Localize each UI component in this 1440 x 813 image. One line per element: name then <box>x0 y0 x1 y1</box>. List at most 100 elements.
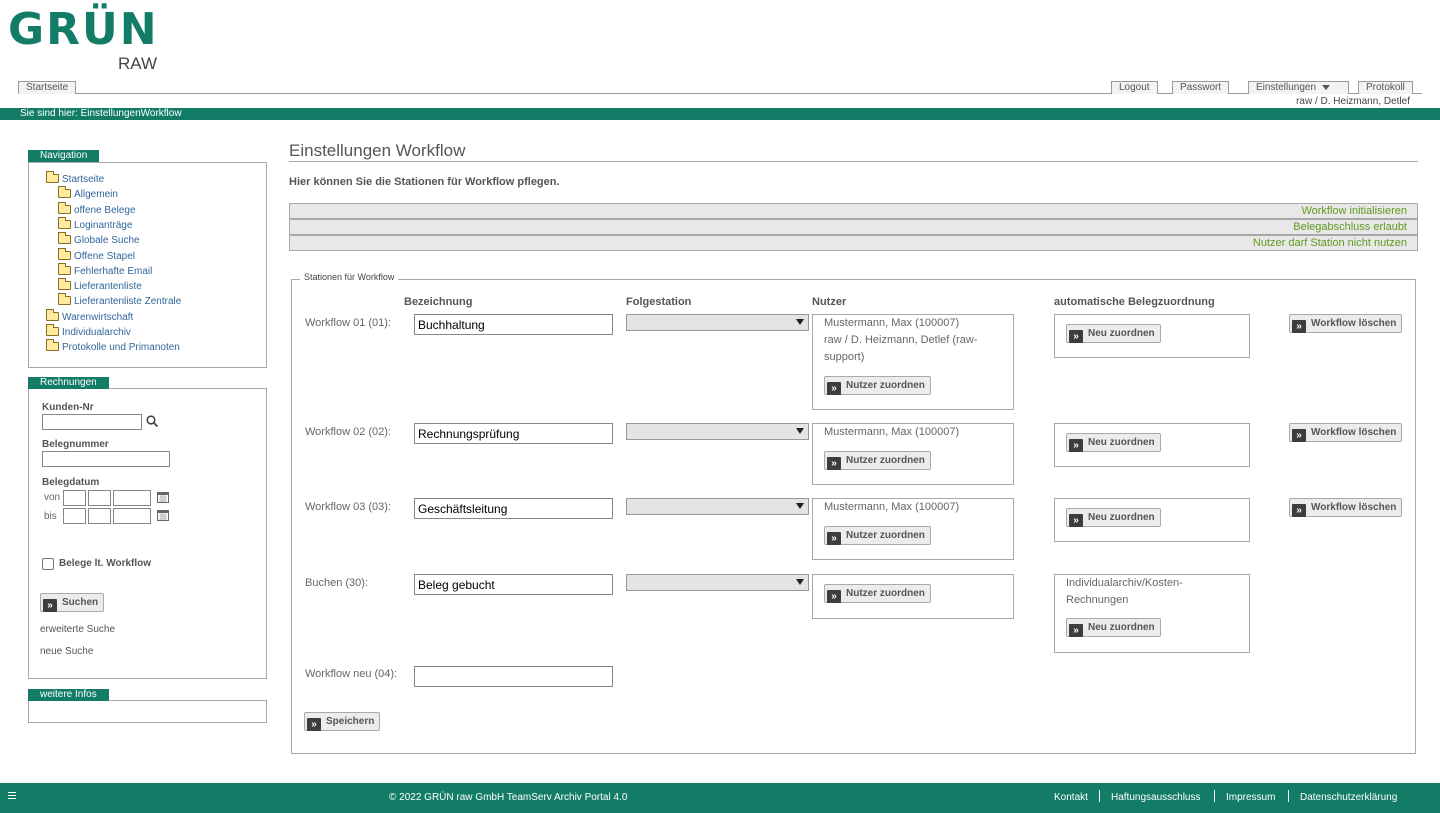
nav-item-label: Startseite <box>62 174 105 185</box>
next-station-select[interactable] <box>626 574 809 591</box>
settings-dropdown[interactable]: Einstellungen <box>1248 81 1349 94</box>
nav-item[interactable]: offene Belege <box>58 201 136 218</box>
settings-label: Einstellungen <box>1256 82 1317 93</box>
nav-item-label: Allgemein <box>74 189 118 201</box>
assign-new-button[interactable]: » Neu zuordnen <box>1066 324 1161 343</box>
date-from-day[interactable] <box>63 490 86 506</box>
new-workflow-input[interactable] <box>414 666 613 687</box>
date-from-month[interactable] <box>88 490 111 506</box>
nav-item[interactable]: Loginanträge <box>58 216 132 233</box>
footer-link-privacy[interactable]: Datenschutzerklärung <box>1300 792 1397 803</box>
password-button[interactable]: Passwort <box>1172 81 1230 94</box>
protocol-button[interactable]: Protokoll <box>1358 81 1413 94</box>
double-chevron-right-icon: » <box>43 599 57 612</box>
search-button[interactable]: » Suchen <box>40 593 105 612</box>
breadcrumb: Sie sind hier: EinstellungenWorkflow <box>20 108 182 119</box>
menu-icon[interactable] <box>8 792 16 802</box>
invoices-box <box>28 388 267 679</box>
nav-item[interactable]: Lieferantenliste <box>58 278 142 294</box>
footer-separator <box>1288 790 1289 802</box>
next-station-select[interactable] <box>626 498 809 515</box>
nav-item[interactable]: Allgemein <box>58 186 118 202</box>
search-button-label: Suchen <box>62 597 99 608</box>
delete-workflow-button[interactable]: » Workflow löschen <box>1289 423 1403 442</box>
chevron-down-icon <box>796 319 804 325</box>
page-title: Einstellungen Workflow <box>289 141 466 160</box>
more-info-title: weitere Infos <box>28 689 109 701</box>
folder-icon <box>58 201 71 214</box>
assign-new-button[interactable]: » Neu zuordnen <box>1066 433 1161 452</box>
intro-text: Hier können Sie die Stationen für Workfl… <box>289 176 560 188</box>
calendar-icon[interactable] <box>157 509 169 521</box>
current-user: raw / D. Heizmann, Detlef <box>1296 96 1410 107</box>
calendar-icon[interactable] <box>157 491 169 503</box>
double-chevron-right-icon: » <box>1292 429 1306 442</box>
double-chevron-right-icon: » <box>827 532 841 545</box>
search-icon[interactable] <box>146 415 159 428</box>
nav-item[interactable]: Individualarchiv <box>46 324 131 340</box>
nav-item[interactable]: Protokolle und Primanoten <box>46 339 180 355</box>
chevron-down-icon <box>796 428 804 434</box>
assign-users-button[interactable]: » Nutzer zuordnen <box>824 526 931 545</box>
nav-item[interactable]: Globale Suche <box>58 232 140 248</box>
save-button-label: Speichern <box>326 716 375 727</box>
assign-users-button[interactable]: » Nutzer zuordnen <box>824 376 931 395</box>
save-button[interactable]: » Speichern <box>304 712 381 731</box>
folder-icon <box>58 232 71 245</box>
double-chevron-right-icon: » <box>307 718 321 731</box>
double-chevron-right-icon: » <box>1292 320 1306 333</box>
assign-new-button[interactable]: » Neu zuordnen <box>1066 618 1161 637</box>
workflow-name-input[interactable]: Beleg gebucht <box>414 574 613 595</box>
auto-assignment-text: Individualarchiv/Kosten- <box>1066 577 1183 589</box>
logo-brand: GRÜN <box>8 4 159 55</box>
workflow-name-input[interactable]: Geschäftsleitung <box>414 498 613 519</box>
column-auto-assignment: automatische Belegzuordnung <box>1054 296 1215 308</box>
customer-no-label: Kunden-Nr <box>42 402 94 413</box>
nav-item[interactable]: Warenwirtschaft <box>46 308 133 325</box>
assign-new-button[interactable]: » Neu zuordnen <box>1066 508 1161 527</box>
tab-startseite[interactable]: Startseite <box>18 81 77 94</box>
date-to-label: bis <box>44 511 57 522</box>
date-to-year[interactable] <box>113 508 151 524</box>
workflow-name-input[interactable]: Buchhaltung <box>414 314 613 335</box>
customer-no-input[interactable] <box>42 414 142 430</box>
delete-workflow-button[interactable]: » Workflow löschen <box>1289 314 1403 333</box>
footer-link-imprint[interactable]: Impressum <box>1226 792 1275 803</box>
breadcrumb-bar: Sie sind hier: EinstellungenWorkflow <box>0 108 1440 120</box>
workflow-name-input[interactable]: Rechnungsprüfung <box>414 423 613 444</box>
workflow-checkbox[interactable] <box>42 558 54 570</box>
extended-search-link[interactable]: erweiterte Suche <box>40 624 115 635</box>
folder-icon <box>58 247 71 260</box>
workflow-label: Workflow 01 (01): <box>305 317 391 329</box>
auto-assignment-text: Rechnungen <box>1066 594 1129 606</box>
footer-link-disclaimer[interactable]: Haftungsausschluss <box>1111 792 1201 803</box>
new-search-link[interactable]: neue Suche <box>40 646 93 657</box>
assign-users-button-label: Nutzer zuordnen <box>846 588 925 599</box>
copyright: © 2022 GRÜN raw GmbH TeamServ Archiv Por… <box>389 792 628 803</box>
assign-users-button[interactable]: » Nutzer zuordnen <box>824 451 931 470</box>
assign-new-button-label: Neu zuordnen <box>1088 512 1155 523</box>
logout-button[interactable]: Logout <box>1111 81 1158 94</box>
delete-workflow-button[interactable]: » Workflow löschen <box>1289 498 1403 517</box>
double-chevron-right-icon: » <box>1069 439 1083 452</box>
nav-item[interactable]: Fehlerhafte Email <box>58 262 152 279</box>
logo: GRÜN RAW <box>8 4 168 74</box>
column-name: Bezeichnung <box>404 296 473 308</box>
footer-separator <box>1214 790 1215 802</box>
voucher-no-input[interactable] <box>42 451 170 467</box>
date-to-month[interactable] <box>88 508 111 524</box>
footer-separator <box>1099 790 1100 802</box>
assign-users-button[interactable]: » Nutzer zuordnen <box>824 584 931 603</box>
next-station-select[interactable] <box>626 423 809 440</box>
nav-item[interactable]: Startseite <box>46 171 105 187</box>
nav-item-label: Lieferantenliste Zentrale <box>74 296 182 308</box>
nav-item-label: Globale Suche <box>74 235 140 247</box>
nav-item[interactable]: Offene Stapel <box>58 247 135 264</box>
date-from-year[interactable] <box>113 490 151 506</box>
footer-link-contact[interactable]: Kontakt <box>1054 792 1088 803</box>
nav-item[interactable]: Lieferantenliste Zentrale <box>58 293 182 309</box>
date-to-day[interactable] <box>63 508 86 524</box>
next-station-select[interactable] <box>626 314 809 331</box>
double-chevron-right-icon: » <box>1292 504 1306 517</box>
date-from-label: von <box>44 492 61 503</box>
